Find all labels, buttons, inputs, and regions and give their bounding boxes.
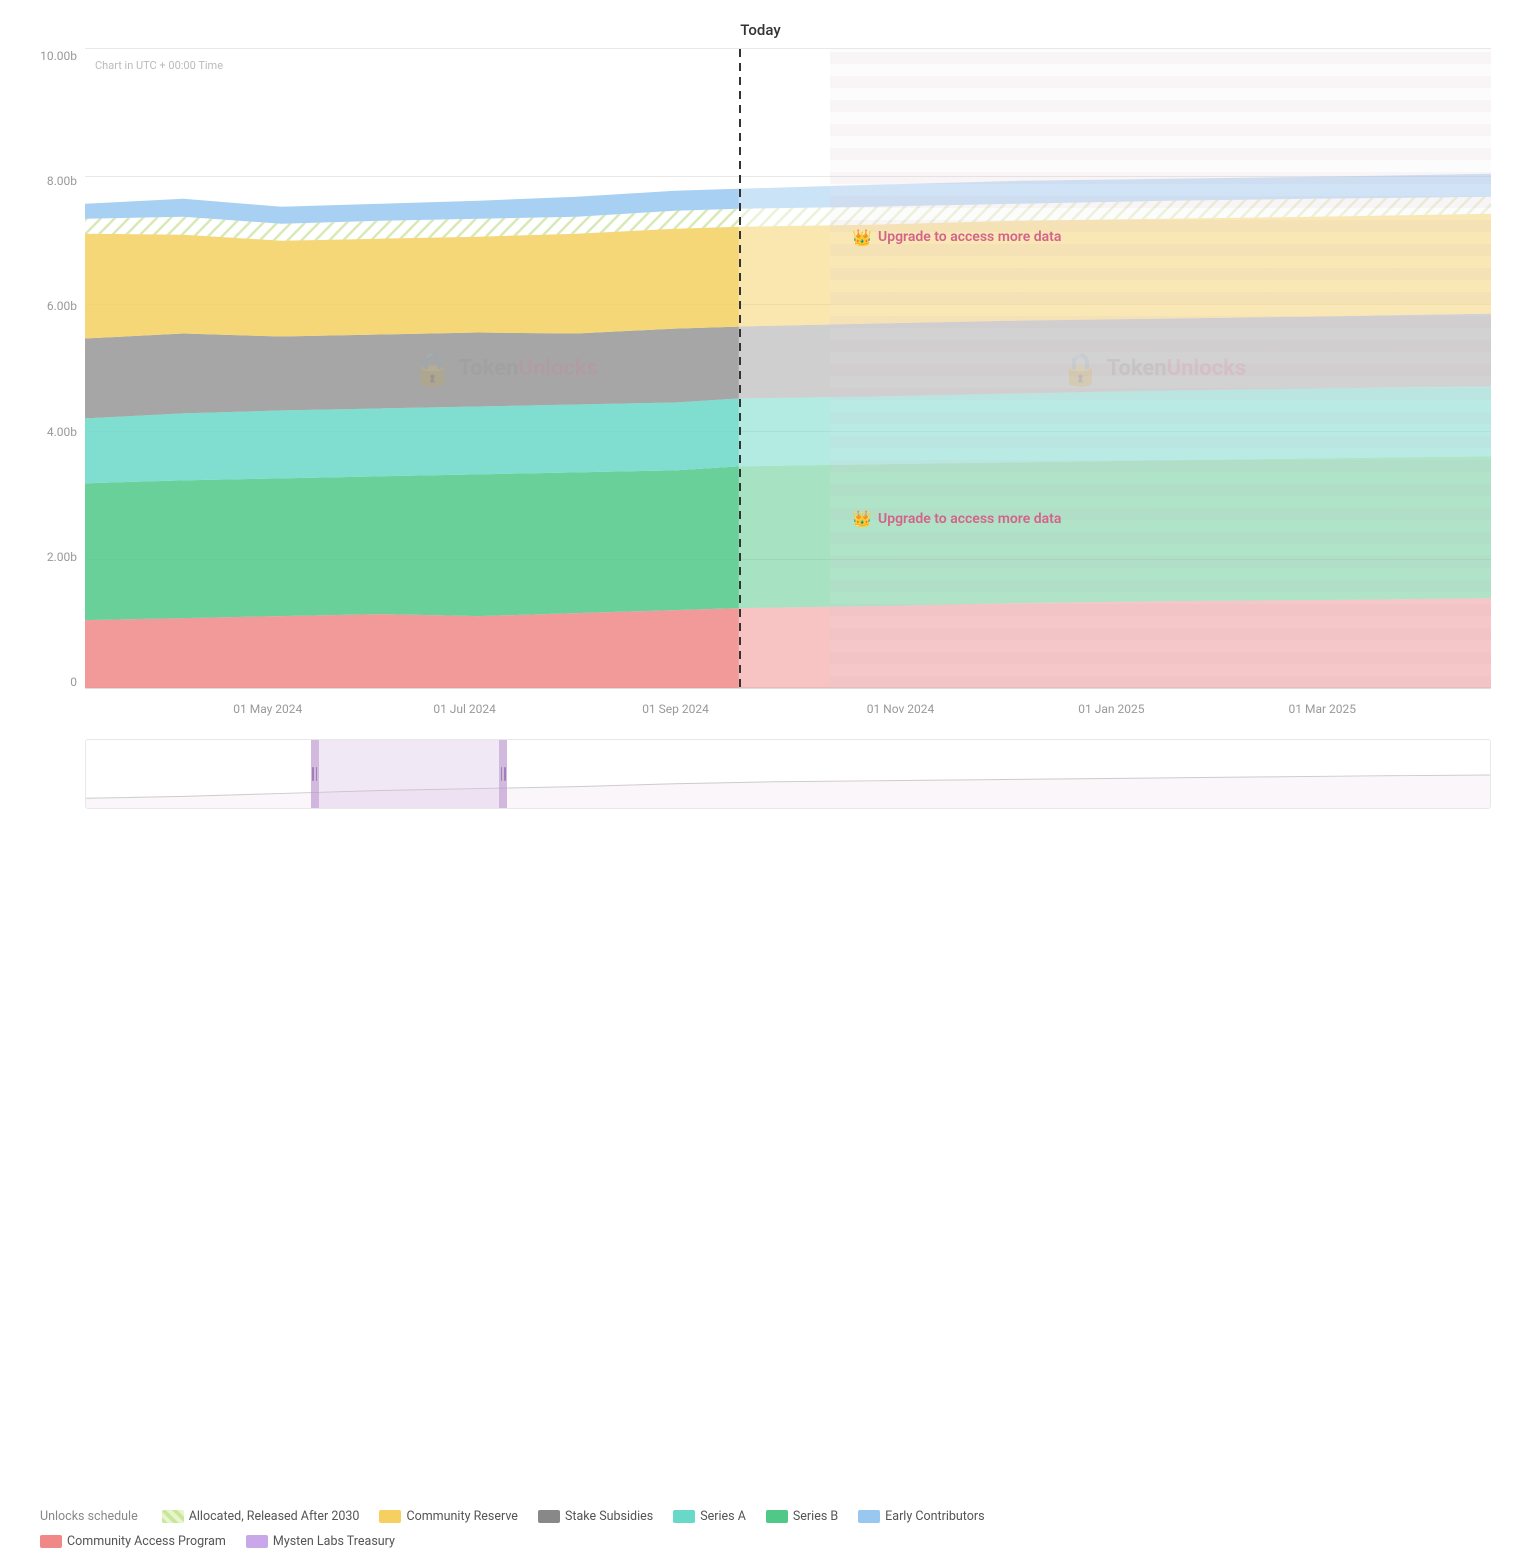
area-series-b: [85, 466, 739, 620]
legend: Unlocks schedule Allocated, Released Aft…: [30, 1509, 1491, 1549]
legend-label-early-contributors: Early Contributors: [885, 1509, 984, 1524]
today-title-row: Today: [30, 20, 1491, 39]
legend-item-stake: Stake Subsidies: [538, 1509, 653, 1524]
legend-color-series-b: [766, 1510, 788, 1523]
x-axis: 01 May 2024 01 Jul 2024 01 Sep 2024 01 N…: [85, 694, 1491, 724]
legend-color-early-contributors: [858, 1510, 880, 1523]
today-label: Today: [740, 21, 780, 39]
area-community-reserve: [85, 227, 739, 339]
upgrade-badge-top[interactable]: 👑 Upgrade to access more data: [852, 228, 1061, 247]
legend-color-stake: [538, 1510, 560, 1523]
today-line: [739, 49, 741, 688]
handle-line: [312, 767, 314, 781]
legend-color-allocated: [162, 1510, 184, 1523]
upgrade-text-top: Upgrade to access more data: [878, 229, 1061, 245]
legend-label-series-a: Series A: [700, 1509, 746, 1524]
x-label-nov: 01 Nov 2024: [867, 702, 935, 716]
handle-line: [501, 767, 503, 781]
y-label-10: 10.00b: [30, 49, 85, 63]
legend-section-label: Unlocks schedule: [40, 1509, 138, 1524]
legend-row-2: Community Access Program Mysten Labs Tre…: [40, 1534, 1486, 1549]
range-handle-right[interactable]: [499, 740, 507, 808]
legend-label-cap: Community Access Program: [67, 1534, 226, 1549]
legend-label-allocated: Allocated, Released After 2030: [189, 1509, 360, 1524]
upgrade-text-bottom: Upgrade to access more data: [878, 511, 1061, 527]
legend-item-allocated: Allocated, Released After 2030: [162, 1509, 360, 1524]
legend-item-community-reserve: Community Reserve: [379, 1509, 518, 1524]
legend-label-mysten: Mysten Labs Treasury: [273, 1534, 395, 1549]
area-cap: [85, 608, 739, 688]
y-label-4: 4.00b: [30, 425, 85, 439]
handle-line: [316, 767, 318, 781]
y-label-2: 2.00b: [30, 550, 85, 564]
legend-item-mysten: Mysten Labs Treasury: [246, 1534, 395, 1549]
chart-area: 0 2.00b 4.00b 6.00b 8.00b 10.00b Chart i…: [30, 49, 1491, 729]
mini-chart-svg: [86, 740, 1490, 808]
upgrade-badge-bottom[interactable]: 👑 Upgrade to access more data: [852, 509, 1061, 528]
legend-color-series-a: [673, 1510, 695, 1523]
chart-container: Today 0 2.00b 4.00b 6.00b 8.00b 10.00b C: [0, 0, 1521, 1559]
x-label-sep: 01 Sep 2024: [642, 702, 709, 716]
legend-color-cap: [40, 1535, 62, 1548]
legend-label-series-b: Series B: [793, 1509, 838, 1524]
y-label-0: 0: [30, 675, 85, 689]
locked-overlay: [830, 49, 1491, 688]
crown-icon-bottom: 👑: [852, 509, 872, 528]
range-handle-left[interactable]: [311, 740, 319, 808]
legend-item-early-contributors: Early Contributors: [858, 1509, 984, 1524]
x-label-mar: 01 Mar 2025: [1289, 702, 1357, 716]
handle-lines-right: [501, 767, 506, 781]
handle-lines-left: [312, 767, 317, 781]
legend-color-community-reserve: [379, 1510, 401, 1523]
legend-color-mysten: [246, 1535, 268, 1548]
y-axis: 0 2.00b 4.00b 6.00b 8.00b 10.00b: [30, 49, 85, 689]
x-label-jan: 01 Jan 2025: [1078, 702, 1144, 716]
legend-item-series-a: Series A: [673, 1509, 746, 1524]
chart-inner: Chart in UTC + 00:00 Time: [85, 49, 1491, 689]
x-label-jul: 01 Jul 2024: [433, 702, 496, 716]
y-label-8: 8.00b: [30, 174, 85, 188]
legend-label-community-reserve: Community Reserve: [406, 1509, 518, 1524]
mini-area: [86, 775, 1490, 808]
legend-label-stake: Stake Subsidies: [565, 1509, 653, 1524]
legend-item-series-b: Series B: [766, 1509, 838, 1524]
mini-chart: [85, 739, 1491, 809]
range-selector[interactable]: [311, 740, 508, 808]
crown-icon-top: 👑: [852, 228, 872, 247]
x-label-may: 01 May 2024: [233, 702, 302, 716]
y-label-6: 6.00b: [30, 299, 85, 313]
handle-line: [504, 767, 506, 781]
legend-item-cap: Community Access Program: [40, 1534, 226, 1549]
